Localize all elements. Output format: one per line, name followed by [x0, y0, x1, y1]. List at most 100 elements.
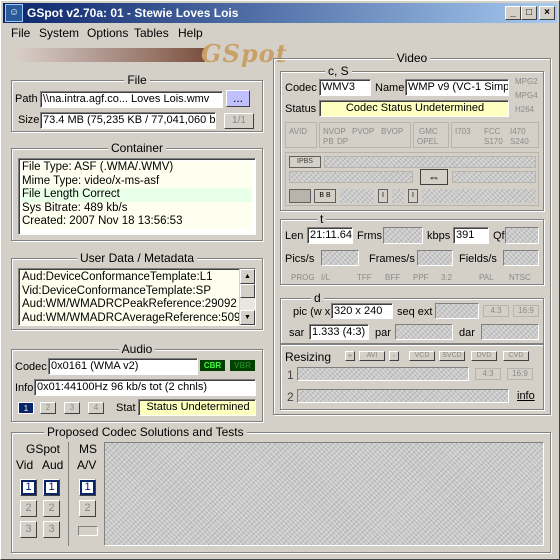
pal-flag: PAL	[479, 273, 494, 282]
resize-43-flag: 4:3	[475, 368, 501, 380]
seqext-label: seq ext	[397, 306, 433, 318]
aud-solution-3[interactable]: 3	[43, 521, 60, 538]
close-button[interactable]: ×	[539, 6, 555, 20]
len-field: 21:11.64	[307, 227, 353, 244]
app-icon[interactable]: ☺	[5, 4, 23, 22]
vid-col-label: Vid	[16, 458, 34, 472]
menu-system[interactable]: System	[39, 26, 79, 40]
seqext-field	[435, 303, 479, 319]
strip-b	[392, 189, 404, 203]
sar-field: 1.333 (4:3)	[309, 324, 369, 340]
window-title: GSpot v2.70a: 01 - Stewie Loves Lois	[27, 6, 239, 20]
resizing-label: Resizing	[285, 350, 332, 364]
resize-plus-button[interactable]: +	[345, 351, 355, 361]
flag-box-vop: NVOP PVOP BVOP PB DP	[319, 122, 411, 148]
userdata-group-label: User Data / Metadata	[76, 251, 198, 265]
scroll-up-icon[interactable]: ▲	[240, 269, 255, 284]
metadata-line[interactable]: Aud:DeviceConformanceTemplate:L1	[22, 271, 252, 285]
vid-solution-3[interactable]: 3	[20, 521, 37, 538]
tff-flag: TFF	[357, 273, 372, 282]
audio-stat-label: Stat	[116, 402, 136, 414]
logo-gradient-bar	[15, 48, 205, 62]
ipbs-indicator: IPBS	[289, 156, 321, 168]
metadata-line[interactable]: Aud:WM/WMADRCPeakReference:29092	[22, 298, 252, 312]
minimize-button[interactable]: _	[505, 6, 521, 20]
resize-minus-button[interactable]: -	[389, 351, 399, 361]
frames-label: Frames/s	[369, 253, 415, 265]
audio-info-label: Info	[15, 382, 34, 394]
avid-flag: AVID	[289, 127, 308, 136]
path-field[interactable]: \\na.intra.agf.co... Loves Lois.wmv	[40, 91, 223, 108]
resize-row-1-label: 1	[287, 368, 294, 382]
ms-solution-1[interactable]: 1	[79, 479, 96, 496]
resize-cvd-button[interactable]: CVD	[503, 351, 529, 361]
aud-solution-1[interactable]: 1	[43, 479, 60, 496]
flag-box-avid: AVID	[285, 122, 317, 148]
i470-flag: I470	[510, 127, 526, 136]
i-indicator-2: I	[408, 189, 418, 203]
resize-vcd-button[interactable]: VCD	[409, 351, 435, 361]
menu-tables[interactable]: Tables	[134, 26, 169, 40]
fcc-flag: FCC	[484, 127, 501, 136]
audio-stream-4-button[interactable]: 4	[88, 402, 104, 414]
menu-help[interactable]: Help	[178, 26, 203, 40]
chart-icon[interactable]	[289, 189, 311, 203]
maximize-button[interactable]: □	[521, 6, 537, 20]
av-col-label: A/V	[77, 458, 97, 472]
scroll-thumb[interactable]	[240, 284, 255, 298]
info-link[interactable]: info	[517, 390, 535, 402]
metadata-scrollbar[interactable]: ▲ ▼	[239, 269, 255, 325]
video-group-label: Video	[393, 51, 431, 65]
par-label: par	[375, 327, 391, 339]
bvop-flag: BVOP	[381, 127, 404, 136]
aud-solution-2[interactable]: 2	[43, 500, 60, 517]
flag-box-gmc: GMC OPEL	[413, 122, 449, 148]
vid-solution-1[interactable]: 1	[20, 479, 37, 496]
audio-status-field: Status Undetermined	[138, 399, 256, 416]
pb-flag: PB	[323, 137, 334, 146]
size-label: Size	[18, 114, 40, 126]
qf-label: Qf	[493, 230, 505, 242]
page-indicator[interactable]: 1/1	[224, 113, 254, 129]
resize-dvd-button[interactable]: DVD	[471, 351, 497, 361]
video-codec-label: Codec	[285, 82, 317, 94]
strip-a	[340, 189, 374, 203]
dp-flag: DP	[337, 137, 349, 146]
resizing-subgroup: Resizing + AVI - VCD SVCD DVD CVD 1 4:3 …	[280, 344, 544, 410]
swap-arrow-icon[interactable]: ⇔	[420, 169, 448, 185]
title-bar[interactable]: ☺ GSpot v2.70a: 01 - Stewie Loves Lois _…	[3, 3, 557, 23]
ms-solution-2[interactable]: 2	[79, 500, 96, 517]
fields-field	[503, 250, 539, 266]
resize-169-flag: 16:9	[507, 368, 533, 380]
s240-flag: S240	[510, 137, 529, 146]
vid-solution-2[interactable]: 2	[20, 500, 37, 517]
gspot-col-label: GSpot	[26, 442, 61, 456]
container-group-label: Container	[107, 141, 167, 155]
audio-stream-2-button[interactable]: 2	[40, 402, 56, 414]
resize-avi-button[interactable]: AVI	[359, 351, 385, 361]
proposed-group: Proposed Codec Solutions and Tests GSpot…	[11, 425, 551, 553]
frame-strip-right	[452, 171, 536, 183]
metadata-line[interactable]: Vid:DeviceConformanceTemplate:SP	[22, 285, 252, 299]
sar-label: sar	[289, 327, 305, 339]
audio-stream-1-button[interactable]: 1	[18, 402, 34, 414]
scroll-down-icon[interactable]: ▼	[240, 310, 255, 325]
h264-flag: H264	[515, 105, 535, 114]
menu-file[interactable]: File	[11, 26, 30, 40]
timing-subgroup: t Len 21:11.64 Frms kbps 391 Qf Pics/s F…	[280, 212, 544, 285]
container-group: Container File Type: ASF (.WMA/.WMV) Mim…	[11, 141, 263, 241]
audio-stream-3-button[interactable]: 3	[64, 402, 80, 414]
mpg2-flag: MPG2	[515, 77, 538, 86]
metadata-line[interactable]: Aud:WM/WMADRCAverageReference:5098	[22, 312, 252, 326]
proposed-solutions-panel	[104, 442, 544, 546]
resize-svcd-button[interactable]: SVCD	[439, 351, 465, 361]
container-line: File Type: ASF (.WMA/.WMV)	[22, 161, 252, 175]
mpg4-flag: MPG4	[515, 91, 538, 100]
menu-options[interactable]: Options	[87, 26, 128, 40]
par-field	[395, 324, 453, 340]
browse-button[interactable]: ...	[226, 90, 250, 107]
metadata-list[interactable]: Aud:DeviceConformanceTemplate:L1 Vid:Dev…	[18, 268, 256, 326]
pvop-flag: PVOP	[352, 127, 375, 136]
ms-solution-empty[interactable]	[78, 526, 98, 536]
pulldown-flag: 3:2	[441, 273, 453, 282]
